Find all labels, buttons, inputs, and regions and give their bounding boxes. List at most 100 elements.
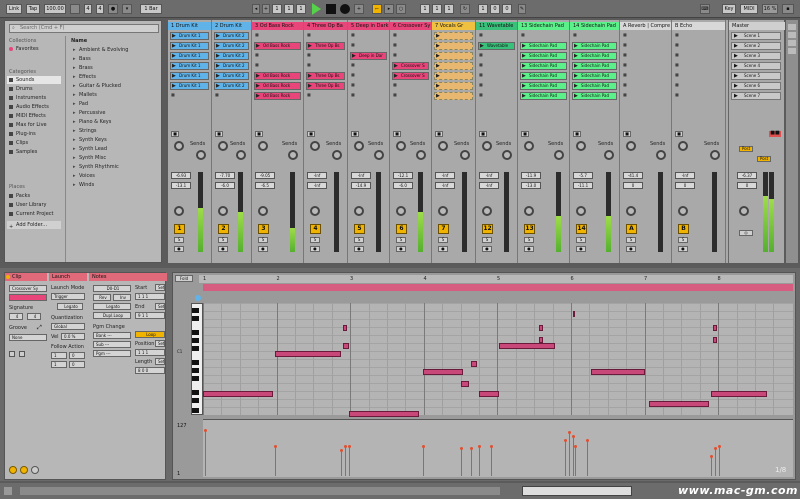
- midi-note[interactable]: [539, 325, 543, 331]
- velocity-stem[interactable]: [587, 440, 588, 476]
- velocity-stem[interactable]: [565, 440, 566, 476]
- send-a-knob-4[interactable]: [310, 141, 320, 151]
- midi-note[interactable]: [573, 311, 575, 317]
- clip-slot-6-4[interactable]: Crossover S: [392, 62, 429, 70]
- velocity-stem[interactable]: [471, 448, 472, 476]
- automation-arm-icon[interactable]: ⌐: [372, 4, 382, 14]
- clip-slot-empty-4-4[interactable]: [306, 62, 345, 70]
- velocity-stem[interactable]: [205, 430, 206, 476]
- arm-button-8[interactable]: ●: [482, 246, 492, 252]
- velocity-head[interactable]: [204, 429, 207, 432]
- track-activator-10[interactable]: 14: [576, 224, 587, 234]
- send-a-knob-2[interactable]: [218, 141, 228, 151]
- track-pan-knob-4[interactable]: [310, 206, 320, 216]
- track-volume-12[interactable]: -Inf: [675, 172, 695, 179]
- solo-button-10[interactable]: S: [576, 237, 586, 243]
- clip-slot-10-6[interactable]: Sidechain Pad: [572, 82, 617, 90]
- clip-slot-4-2[interactable]: Three Op Bs: [306, 42, 345, 50]
- browser-item-7[interactable]: Percussive: [71, 109, 163, 118]
- clip-slot-10-5[interactable]: Sidechain Pad: [572, 72, 617, 80]
- track-pan-7[interactable]: -Inf: [435, 182, 455, 189]
- clip-slot-empty-1-7[interactable]: [170, 92, 209, 100]
- notes-toggle-icon[interactable]: [31, 466, 39, 474]
- track-volume-2[interactable]: -7.70: [215, 172, 235, 179]
- loop-position-field[interactable]: 1 1 1: [135, 349, 165, 356]
- clip-slot-2-4[interactable]: Drum Kit 2: [214, 62, 249, 70]
- play-icon[interactable]: [312, 3, 321, 15]
- solo-button-7[interactable]: S: [438, 237, 448, 243]
- track-pan-1[interactable]: -13.1: [171, 182, 191, 189]
- track-pan-10[interactable]: -11.1: [573, 182, 593, 189]
- follow-chance-b[interactable]: 0: [69, 361, 85, 368]
- clip-slot-2-2[interactable]: Drum Kit 2: [214, 42, 249, 50]
- length-set-button[interactable]: Set: [155, 358, 165, 365]
- clip-slot-empty-3-3[interactable]: [254, 52, 301, 60]
- velocity-editor[interactable]: [203, 419, 793, 477]
- velocity-stem[interactable]: [491, 446, 492, 476]
- clip-color-swatch[interactable]: [9, 294, 47, 301]
- follow-button[interactable]: ◂: [252, 4, 260, 14]
- send-b-knob-9[interactable]: [554, 150, 564, 160]
- send-b-knob-7[interactable]: [460, 150, 470, 160]
- clip-sig-num[interactable]: 4: [9, 313, 23, 320]
- velocity-head[interactable]: [710, 455, 713, 458]
- send-a-knob-1[interactable]: [174, 141, 184, 151]
- velocity-head[interactable]: [574, 445, 577, 448]
- loop-start-bar[interactable]: 1: [420, 4, 430, 14]
- name-column-header[interactable]: Name: [71, 38, 87, 44]
- scene-6-launch[interactable]: Scene 6: [731, 82, 781, 90]
- launch-mode-select[interactable]: Trigger: [51, 293, 85, 300]
- signature-denominator[interactable]: 4: [96, 4, 104, 14]
- track-activator-2[interactable]: 2: [218, 224, 229, 234]
- collection-favorites[interactable]: Favorites: [7, 45, 61, 53]
- velocity-head[interactable]: [714, 447, 717, 450]
- clip-slot-empty-3-1[interactable]: [254, 32, 301, 40]
- category-max-for-live[interactable]: Max for Live: [7, 121, 61, 129]
- clip-slot-empty-12-5[interactable]: [674, 72, 723, 80]
- arm-button-6[interactable]: ●: [396, 246, 406, 252]
- clip-slot-3-6[interactable]: Od Bass Rock: [254, 82, 301, 90]
- clip-slot-empty-5-1[interactable]: [350, 32, 387, 40]
- track-title-4[interactable]: 4 Three Op Ba: [304, 22, 347, 30]
- solo-button-9[interactable]: S: [524, 237, 534, 243]
- midi-note[interactable]: [649, 401, 709, 407]
- clip-slot-empty-4-7[interactable]: [306, 92, 345, 100]
- loop-length-sixteenth[interactable]: 0: [502, 4, 512, 14]
- track-activator-1[interactable]: 1: [174, 224, 185, 234]
- category-midi-effects[interactable]: MIDI Effects: [7, 112, 61, 120]
- midi-note[interactable]: [343, 343, 349, 349]
- scene-1-launch[interactable]: Scene 1: [731, 32, 781, 40]
- clip-stop-button-1[interactable]: ■: [171, 131, 179, 137]
- velocity-head[interactable]: [274, 445, 277, 448]
- midi-note[interactable]: [203, 391, 273, 397]
- clip-slot-4-5[interactable]: Three Op Bs: [306, 72, 345, 80]
- loop-length-beat[interactable]: 0: [490, 4, 500, 14]
- track-volume-5[interactable]: -Inf: [351, 172, 371, 179]
- track-pan-knob-10[interactable]: [576, 206, 586, 216]
- track-title-8[interactable]: 11 Wavetable: [476, 22, 517, 30]
- velocity-stem[interactable]: [349, 446, 350, 476]
- follow-chance-a[interactable]: 1: [51, 361, 67, 368]
- master-post-button-1[interactable]: Post: [739, 146, 753, 152]
- scene-3-launch[interactable]: Scene 3: [731, 52, 781, 60]
- track-volume-10[interactable]: -5.7: [573, 172, 593, 179]
- clip-slot-10-7[interactable]: Sidechain Pad: [572, 92, 617, 100]
- scene-2-launch[interactable]: Scene 2: [731, 42, 781, 50]
- clip-slot-empty-7-3[interactable]: [434, 52, 473, 60]
- browser-item-10[interactable]: Synth Keys: [71, 136, 163, 145]
- clip-slot-empty-11-2[interactable]: [622, 42, 669, 50]
- arm-button-11[interactable]: ●: [626, 246, 636, 252]
- loop-start-beat[interactable]: 1: [432, 4, 442, 14]
- clip-stop-button-12[interactable]: ■: [675, 131, 683, 137]
- solo-button-6[interactable]: S: [396, 237, 406, 243]
- clip-slot-1-5[interactable]: Drum Kit 1: [170, 72, 209, 80]
- beat-time-ruler[interactable]: 1 2 3 4 5 6 7 8: [199, 275, 793, 283]
- clip-stop-button-3[interactable]: ■: [255, 131, 263, 137]
- clip-stop-button-10[interactable]: ■: [573, 131, 581, 137]
- send-a-knob-3[interactable]: [258, 141, 268, 151]
- track-volume-9[interactable]: -11.9: [521, 172, 541, 179]
- track-title-11[interactable]: A Reverb | Compre: [620, 22, 671, 30]
- link-button[interactable]: Link: [6, 4, 22, 14]
- browser-search-input[interactable]: ⌕ Search (Cmd + F): [9, 24, 159, 33]
- track-title-12[interactable]: B Echo: [672, 22, 725, 30]
